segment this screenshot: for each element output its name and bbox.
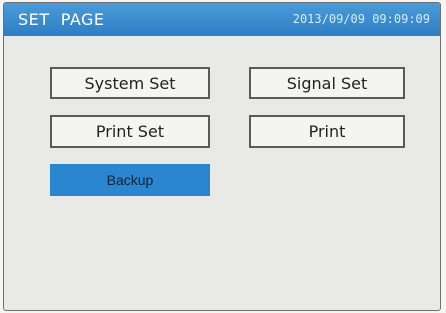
datetime-display: 2013/09/09 09:09:09 bbox=[292, 12, 430, 26]
print-button[interactable]: Print bbox=[249, 115, 405, 148]
device-screen: SET PAGE 2013/09/09 09:09:09 System Set … bbox=[3, 2, 441, 311]
signal-set-button[interactable]: Signal Set bbox=[249, 67, 405, 99]
page-title: SET PAGE bbox=[18, 10, 105, 29]
system-set-button[interactable]: System Set bbox=[50, 67, 210, 99]
title-bar: SET PAGE 2013/09/09 09:09:09 bbox=[4, 3, 440, 36]
print-set-button[interactable]: Print Set bbox=[50, 115, 210, 148]
backup-button[interactable]: Backup bbox=[50, 164, 210, 196]
